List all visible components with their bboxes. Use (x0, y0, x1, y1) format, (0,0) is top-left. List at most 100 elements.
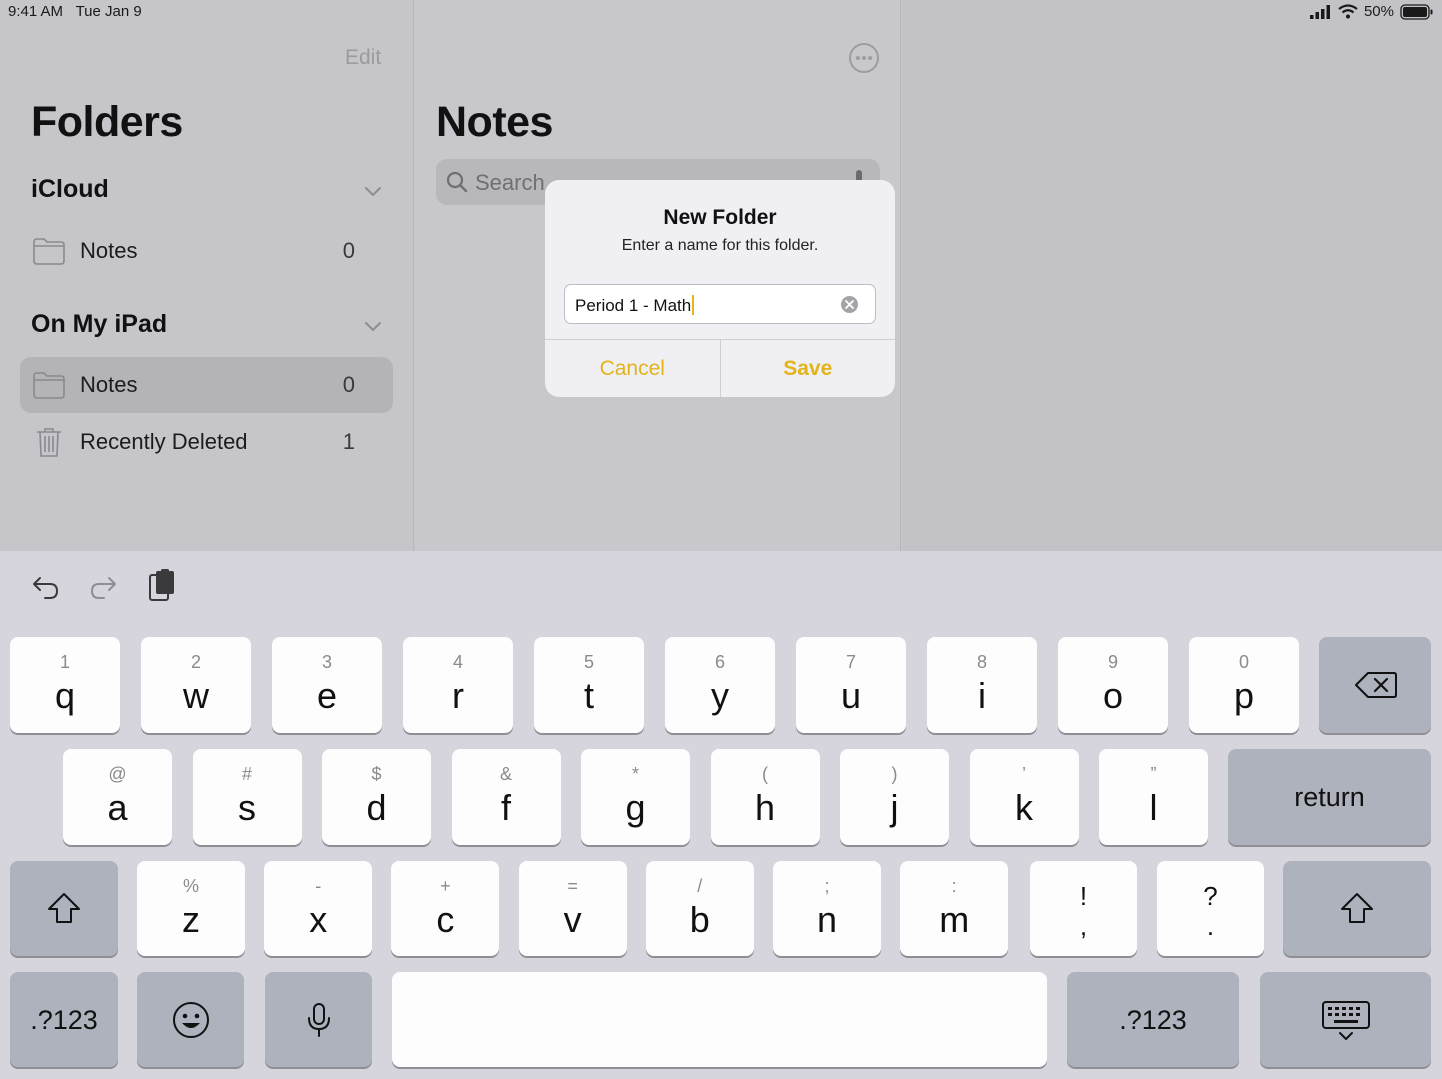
key-g[interactable]: * g (581, 749, 690, 845)
key-b[interactable]: / b (645, 861, 754, 956)
dictation-key[interactable] (265, 972, 372, 1067)
folder-name-value: Period 1 - Math (575, 296, 692, 315)
key-y[interactable]: 6y (665, 637, 775, 733)
key-z[interactable]: % z (137, 861, 245, 956)
key-c[interactable]: + c (391, 861, 500, 956)
key-letter: s (238, 787, 256, 828)
key-n[interactable]: ; n (773, 861, 881, 956)
key-k[interactable]: ’ k (969, 749, 1079, 845)
edit-button[interactable]: Edit (345, 46, 381, 70)
shift-icon (1341, 893, 1373, 923)
folder-row-icloud-notes[interactable]: Notes 0 (20, 223, 393, 279)
microphone-icon (308, 1003, 330, 1037)
key-a[interactable]: @ a (63, 749, 172, 845)
redo-icon[interactable] (87, 569, 119, 603)
section-icloud[interactable]: iCloud (31, 175, 109, 204)
key-j[interactable]: ) j (840, 749, 949, 845)
key-hint: ’ (1022, 764, 1026, 784)
return-key[interactable]: return (1228, 749, 1431, 845)
folder-name-field[interactable]: Period 1 - Math (564, 284, 876, 324)
key-v[interactable]: = v (518, 861, 627, 956)
folder-row-ipad-notes[interactable]: Notes 0 (20, 357, 393, 413)
more-options-icon[interactable] (849, 43, 879, 73)
key-p[interactable]: 0p (1189, 637, 1299, 733)
key-hint: # (241, 764, 252, 784)
key-hint: $ (371, 764, 382, 784)
key-letter: a (107, 787, 128, 828)
wifi-icon (1338, 4, 1358, 19)
folder-row-recently-deleted[interactable]: Recently Deleted 1 (20, 414, 393, 470)
key-h[interactable]: (h (710, 749, 820, 845)
key-hint: 0 (1238, 652, 1249, 672)
key-letter: g (625, 787, 646, 828)
key-i[interactable]: 8i (927, 637, 1037, 733)
key-letter: q (54, 675, 76, 716)
key-question-period[interactable]: ? . (1157, 861, 1264, 956)
folder-count: 0 (342, 238, 355, 263)
key-e[interactable]: 3e (272, 637, 382, 733)
key-d[interactable]: $ d (322, 749, 431, 845)
key-hint: @ (108, 764, 127, 784)
key-letter: c (436, 899, 455, 940)
folder-count: 0 (342, 372, 355, 397)
folder-icon (33, 238, 65, 265)
shift-key-left[interactable] (10, 861, 118, 956)
shift-icon (48, 893, 80, 923)
key-hint: 7 (845, 652, 856, 672)
key-f[interactable]: & f (451, 749, 561, 845)
chevron-down-icon[interactable] (364, 317, 382, 335)
key-exclamation-comma[interactable]: ! , (1030, 861, 1137, 956)
key-hint: * (631, 764, 639, 784)
folder-label: Notes (80, 372, 138, 397)
key-q[interactable]: 1q (10, 637, 120, 733)
notes-app: 9:41 AM Tue Jan 9 Edit Folders iCloud No… (0, 0, 1442, 551)
paste-icon[interactable] (146, 569, 178, 603)
clear-text-icon[interactable] (840, 295, 859, 314)
key-hint: 2 (190, 652, 201, 672)
folder-label: Recently Deleted (80, 429, 248, 454)
key-o[interactable]: 9o (1058, 637, 1168, 733)
key-m[interactable]: :m (900, 861, 1009, 956)
key-t[interactable]: 5t (534, 637, 644, 733)
shift-key-right[interactable] (1283, 861, 1431, 956)
key-letter: n (816, 899, 838, 940)
key-hint: = (567, 876, 578, 896)
key-l[interactable]: ” l (1099, 749, 1208, 845)
chevron-down-icon[interactable] (364, 182, 382, 200)
space-bar[interactable] (392, 972, 1047, 1067)
dismiss-keyboard-key[interactable] (1260, 972, 1431, 1067)
key-letter: m (939, 899, 970, 940)
key-r[interactable]: 4r (403, 637, 513, 733)
key-letter: o (1102, 675, 1124, 716)
key-letter: r (452, 675, 464, 716)
section-on-my-ipad[interactable]: On My iPad (31, 310, 167, 339)
folders-title: Folders (31, 98, 183, 146)
key-hint: ( (762, 764, 768, 784)
emoji-key[interactable] (137, 972, 244, 1067)
key-w[interactable]: 2w (141, 637, 251, 733)
numbers-key-right[interactable]: .?123 (1067, 972, 1239, 1067)
search-icon (446, 171, 468, 193)
key-letter: w (183, 675, 209, 716)
key-u[interactable]: 7u (796, 637, 906, 733)
key-hint: 4 (452, 652, 463, 672)
key-hint: ” (1150, 764, 1157, 784)
key-letter: t (583, 675, 594, 716)
onscreen-keyboard: 1q2w3e4r5t6y7u8i9o0p @ a # s $ d & f * g(h) j’ k” l … (0, 551, 1442, 1079)
search-placeholder: Search (475, 170, 545, 195)
status-time: 9:41 AM Tue Jan 9 (8, 3, 142, 20)
key-x[interactable]: -x (264, 861, 373, 956)
undo-icon[interactable] (30, 569, 62, 603)
cancel-button[interactable]: Cancel (545, 340, 720, 397)
backspace-key[interactable] (1319, 637, 1431, 733)
alert-title: New Folder (663, 206, 777, 229)
numbers-key-left[interactable]: .?123 (10, 972, 118, 1067)
save-button[interactable]: Save (719, 340, 896, 397)
key-s[interactable]: # s (192, 749, 302, 845)
key-hint: 6 (714, 652, 725, 672)
key-letter: v (563, 899, 582, 940)
key-hint: 8 (976, 652, 987, 672)
key-letter: b (689, 899, 710, 940)
key-letter: y (711, 675, 729, 716)
key-hint: - (315, 876, 322, 896)
